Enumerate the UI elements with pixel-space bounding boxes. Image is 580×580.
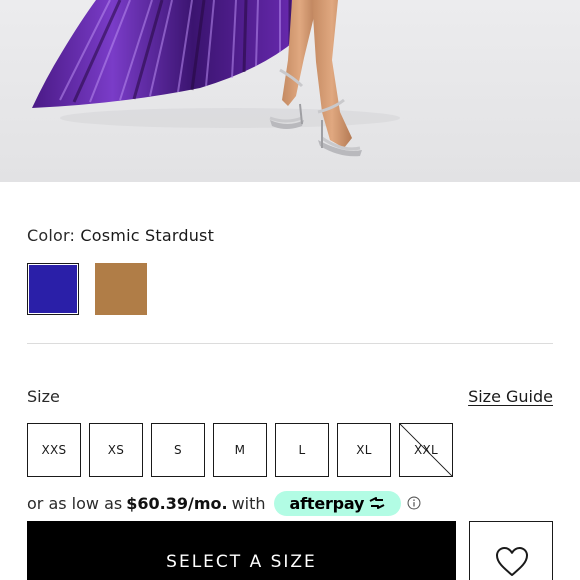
product-image[interactable] [0, 0, 580, 182]
select-size-label: SELECT A SIZE [166, 552, 317, 572]
color-swatch-alternate[interactable] [95, 263, 147, 315]
section-divider [27, 343, 553, 344]
size-option-label: XL [356, 443, 372, 457]
selected-color-name: Cosmic Stardust [80, 226, 215, 245]
size-option-xxl-unavailable[interactable]: XXL [399, 423, 453, 477]
product-detail-page: Color: Cosmic Stardust Size Size Guide X… [0, 0, 580, 580]
heart-icon [496, 547, 528, 576]
color-swatch-cosmic-stardust[interactable] [27, 263, 79, 315]
swatch-fill [29, 265, 77, 313]
size-option-label: XXS [41, 443, 67, 457]
size-option-l[interactable]: L [275, 423, 329, 477]
size-option-label: S [174, 443, 182, 457]
size-label: Size [27, 387, 60, 406]
size-option-m[interactable]: M [213, 423, 267, 477]
size-option-label: M [234, 443, 246, 457]
size-option-label: XXL [413, 443, 439, 457]
size-option-label: L [298, 443, 306, 457]
size-option-label: XS [107, 443, 125, 457]
afterpay-installment-row: or as low as $60.39/mo. with afterpay [27, 490, 421, 516]
afterpay-arrows-icon [369, 497, 385, 509]
product-photo-illustration [32, 0, 400, 157]
size-guide-link[interactable]: Size Guide [468, 387, 553, 406]
afterpay-suffix: with [231, 493, 266, 513]
size-option-xl[interactable]: XL [337, 423, 391, 477]
size-option-s[interactable]: S [151, 423, 205, 477]
afterpay-logo[interactable]: afterpay [273, 490, 402, 516]
wishlist-button[interactable] [469, 521, 553, 580]
afterpay-prefix: or as low as [27, 493, 123, 513]
size-option-xxs[interactable]: XXS [27, 423, 81, 477]
color-label: Color: [27, 226, 76, 245]
swatch-fill [95, 263, 147, 315]
afterpay-installment-price: $60.39/mo. [126, 493, 228, 513]
afterpay-brand: afterpay [289, 493, 365, 513]
select-size-button[interactable]: SELECT A SIZE [27, 521, 456, 580]
size-option-xs[interactable]: XS [89, 423, 143, 477]
color-selection-label: Color: Cosmic Stardust [27, 226, 214, 245]
info-icon[interactable] [407, 496, 421, 510]
